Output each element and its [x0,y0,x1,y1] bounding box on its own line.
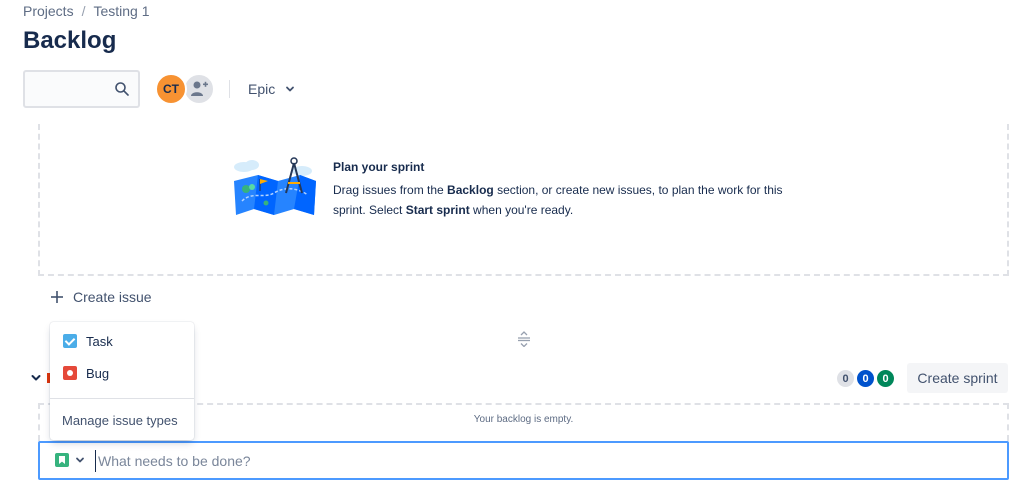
epic-filter-label: Epic [248,81,276,97]
plan-sprint-title: Plan your sprint [333,160,425,174]
search-box [23,70,140,108]
done-count-badge: 0 [877,370,894,387]
issue-type-picker[interactable] [55,453,85,467]
issue-type-menu: Task Bug Manage issue types [50,322,194,440]
epic-filter-dropdown[interactable]: Epic [240,74,303,104]
plan-sprint-illustration [234,157,316,215]
search-input[interactable] [25,72,115,106]
plan-desc-start-sprint: Start sprint [405,203,470,217]
story-icon [55,453,69,467]
issue-composer [38,441,1009,480]
plan-desc-backlog: Backlog [447,183,494,197]
bug-icon [63,366,77,380]
issue-summary-input[interactable] [95,450,975,472]
breadcrumb-project-name[interactable]: Testing 1 [93,3,149,19]
search-icon[interactable] [114,81,130,97]
backlog-collapse-chevron-icon[interactable] [30,372,42,384]
menu-divider [50,398,194,399]
add-people-button[interactable] [183,73,215,105]
breadcrumb-projects[interactable]: Projects [23,3,74,19]
menu-item-bug-label: Bug [86,365,110,381]
avatar[interactable]: CT [155,73,187,105]
menu-item-bug[interactable]: Bug [50,357,194,389]
manage-issue-types-link[interactable]: Manage issue types [62,413,178,428]
plan-desc-text-1: Drag issues from the [333,183,448,197]
create-issue-button[interactable]: Create issue [50,285,152,309]
page-title: Backlog [23,27,117,54]
issue-count-badges: 0 0 0 [837,370,894,387]
resize-handle-icon[interactable] [516,331,532,347]
create-sprint-button[interactable]: Create sprint [907,363,1008,393]
add-person-icon [191,81,208,96]
plan-sprint-description: Drag issues from the Backlog section, or… [333,180,803,220]
chevron-down-icon [76,457,84,463]
toolbar-divider [229,80,230,98]
in-progress-count-badge: 0 [857,370,874,387]
menu-item-task[interactable]: Task [50,325,194,357]
breadcrumb: Projects / Testing 1 [23,3,150,19]
todo-count-badge: 0 [837,370,854,387]
plus-icon [51,291,63,303]
task-icon [63,334,77,348]
avatar-initials: CT [163,82,179,96]
chevron-down-icon [286,86,295,92]
breadcrumb-separator: / [81,3,86,19]
create-issue-label: Create issue [73,289,152,305]
plan-desc-text-3: when you're ready. [469,203,574,217]
menu-item-task-label: Task [86,333,113,349]
